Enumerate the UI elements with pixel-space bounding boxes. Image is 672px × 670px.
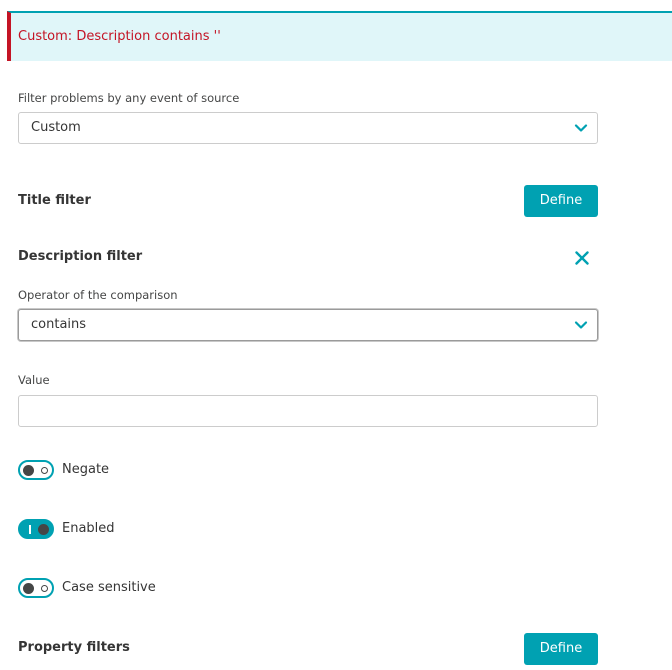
toggle-knob <box>38 524 49 535</box>
enabled-toggle[interactable] <box>18 519 54 539</box>
case-sensitive-label: Case sensitive <box>62 580 156 595</box>
chevron-down-icon <box>574 321 588 329</box>
value-label: Value <box>18 373 50 387</box>
operator-label: Operator of the comparison <box>18 288 178 302</box>
toggle-off-indicator <box>41 467 48 474</box>
enabled-label: Enabled <box>62 521 115 536</box>
filter-summary-banner: Custom: Description contains '' <box>7 11 672 61</box>
operator-value: contains <box>31 317 87 332</box>
toggle-off-indicator <box>41 585 48 592</box>
property-filters-define-button[interactable]: Define <box>524 633 598 665</box>
case-sensitive-toggle[interactable] <box>18 578 54 598</box>
toggle-on-indicator <box>29 525 31 534</box>
close-icon[interactable] <box>574 250 590 266</box>
title-filter-heading: Title filter <box>18 193 91 208</box>
chevron-down-icon <box>574 124 588 132</box>
filter-summary-text: Custom: Description contains '' <box>18 29 221 44</box>
negate-toggle[interactable] <box>18 460 54 480</box>
toggle-knob <box>23 465 34 476</box>
source-filter-value: Custom <box>31 120 81 135</box>
property-filters-heading: Property filters <box>18 640 130 655</box>
operator-select[interactable]: contains <box>18 309 598 341</box>
value-input[interactable] <box>18 395 598 427</box>
negate-label: Negate <box>62 462 110 477</box>
filter-settings-panel: Custom: Description contains '' Filter p… <box>0 0 672 670</box>
source-filter-select[interactable]: Custom <box>18 112 598 144</box>
description-filter-heading: Description filter <box>18 249 143 264</box>
source-filter-label: Filter problems by any event of source <box>18 91 240 105</box>
title-filter-define-button[interactable]: Define <box>524 185 598 217</box>
toggle-knob <box>23 583 34 594</box>
